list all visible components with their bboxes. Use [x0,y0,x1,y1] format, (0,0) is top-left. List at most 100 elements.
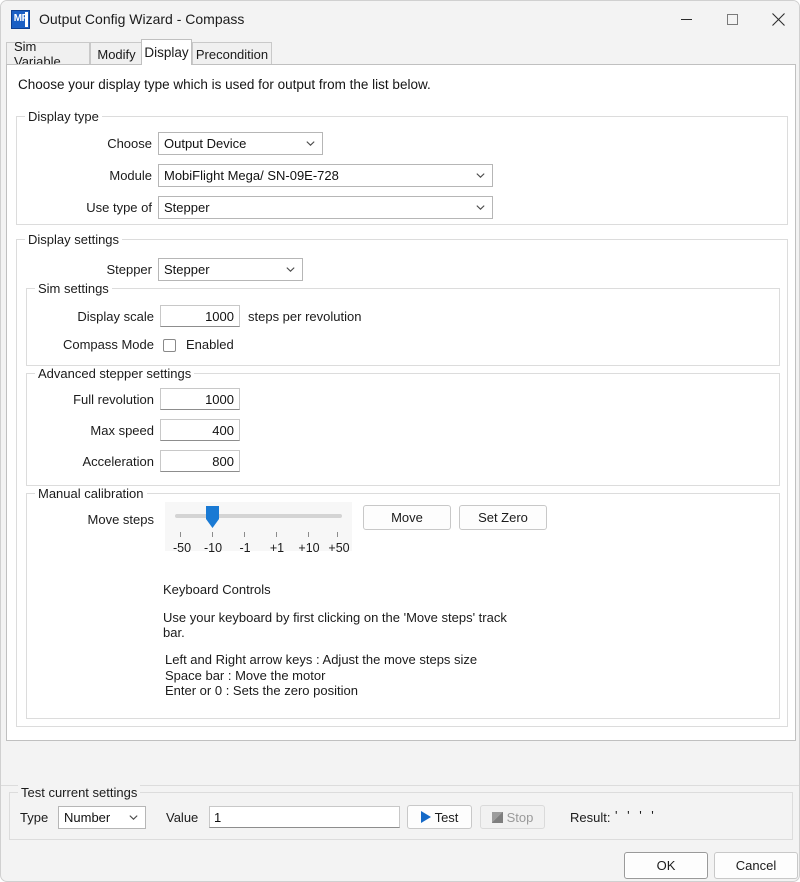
use-type-of-select[interactable]: Stepper [158,196,493,219]
acceleration-label: Acceleration [39,454,154,469]
trackbar-tick-label-2: -1 [230,541,260,555]
full-revolution-label: Full revolution [39,392,154,407]
ok-button[interactable]: OK [624,852,708,879]
stop-button-label: Stop [507,810,534,825]
trackbar-tick [212,532,213,537]
trackbar-tick-label-0: -50 [167,541,197,555]
window-controls [663,1,800,37]
test-type-select[interactable]: Number [58,806,146,829]
manual-calibration-group: Manual calibration Move steps [26,493,780,719]
minimize-icon[interactable] [663,1,709,37]
test-type-label: Type [20,810,48,825]
title-bar: MF Output Config Wizard - Compass [1,1,800,37]
manual-calibration-legend: Manual calibration [35,486,147,501]
acceleration-value: 800 [212,454,234,469]
max-speed-value: 400 [212,423,234,438]
chevron-down-icon [286,265,295,274]
choose-label: Choose [37,136,152,151]
move-button-label: Move [391,510,423,525]
play-icon [421,811,431,823]
trackbar-track [175,514,342,518]
stepper-select-value: Stepper [164,262,210,277]
trackbar-tick [308,532,309,537]
set-zero-button[interactable]: Set Zero [459,505,547,530]
sim-settings-group: Sim settings Display scale 1000 steps pe… [26,288,780,366]
module-label: Module [37,168,152,183]
chevron-down-icon [306,139,315,148]
stepper-select[interactable]: Stepper [158,258,303,281]
max-speed-label: Max speed [39,423,154,438]
test-button-label: Test [435,810,459,825]
keyboard-controls-body: Use your keyboard by first clicking on t… [163,610,523,640]
sim-settings-legend: Sim settings [35,281,112,296]
chevron-down-icon [129,813,138,822]
tab-precondition[interactable]: Precondition [192,42,272,65]
use-type-of-select-value: Stepper [164,200,210,215]
tab-label: Modify [97,47,135,62]
display-type-legend: Display type [25,109,102,124]
compass-mode-checkbox-label: Enabled [186,337,234,352]
full-revolution-value: 1000 [205,392,234,407]
use-type-of-label: Use type of [37,200,152,215]
acceleration-input[interactable]: 800 [160,450,240,472]
tab-display[interactable]: Display [141,39,192,65]
choose-select[interactable]: Output Device [158,132,323,155]
display-tab-page: Choose your display type which is used f… [6,64,796,741]
test-type-select-value: Number [64,810,110,825]
advanced-stepper-legend: Advanced stepper settings [35,366,194,381]
display-scale-value: 1000 [205,309,234,324]
choose-select-value: Output Device [164,136,246,151]
keyboard-controls-list: Left and Right arrow keys : Adjust the m… [165,652,585,699]
full-revolution-input[interactable]: 1000 [160,388,240,410]
trackbar-tick [180,532,181,537]
max-speed-input[interactable]: 400 [160,419,240,441]
trackbar-tick-label-4: +10 [294,541,324,555]
page-instruction: Choose your display type which is used f… [18,77,431,92]
ok-button-label: OK [657,858,676,873]
move-steps-label: Move steps [39,512,154,527]
trackbar-tick [337,532,338,537]
chevron-down-icon [476,171,485,180]
advanced-stepper-settings-group: Advanced stepper settings Full revolutio… [26,373,780,486]
logo-text: MF [14,14,27,24]
display-type-group: Display type Choose Output Device Module… [16,116,788,225]
tab-strip: Sim Variable Modify Display Precondition [6,39,796,65]
stop-button[interactable]: Stop [480,805,545,829]
test-value-text: 1 [214,810,221,825]
cancel-button-label: Cancel [736,858,776,873]
test-value-input[interactable]: 1 [209,806,400,828]
stepper-label: Stepper [37,262,152,277]
display-scale-input[interactable]: 1000 [160,305,240,327]
trackbar-thumb[interactable] [206,506,219,529]
window-title: Output Config Wizard - Compass [39,11,244,27]
test-settings-legend: Test current settings [18,785,140,800]
maximize-icon[interactable] [709,1,755,37]
trackbar-tick-label-1: -10 [198,541,228,555]
tab-label: Display [144,45,188,60]
cancel-button[interactable]: Cancel [714,852,798,879]
test-button[interactable]: Test [407,805,472,829]
tab-modify[interactable]: Modify [90,42,143,65]
display-settings-legend: Display settings [25,232,122,247]
module-select[interactable]: MobiFlight Mega/ SN-09E-728 [158,164,493,187]
keyboard-controls-title: Keyboard Controls [163,582,271,597]
tab-sim-variable[interactable]: Sim Variable [6,42,90,65]
set-zero-button-label: Set Zero [478,510,528,525]
trackbar-tick-label-5: +50 [324,541,354,555]
result-label: Result: [570,810,610,825]
compass-mode-checkbox[interactable] [163,339,176,352]
result-value: ' ' ' ' [615,808,657,823]
move-button[interactable]: Move [363,505,451,530]
module-select-value: MobiFlight Mega/ SN-09E-728 [164,168,339,183]
test-current-settings-group: Test current settings Type Number Value … [9,792,793,840]
compass-mode-label: Compass Mode [39,337,154,352]
display-scale-units: steps per revolution [248,309,361,324]
trackbar-tick [244,532,245,537]
mobiflight-logo-icon: MF [11,10,30,29]
output-config-wizard-window: MF Output Config Wizard - Compass Sim Va… [0,0,800,882]
close-icon[interactable] [755,1,800,37]
stop-icon [492,812,503,823]
tab-label: Precondition [196,47,268,62]
trackbar-tick-label-3: +1 [262,541,292,555]
trackbar-tick [276,532,277,537]
